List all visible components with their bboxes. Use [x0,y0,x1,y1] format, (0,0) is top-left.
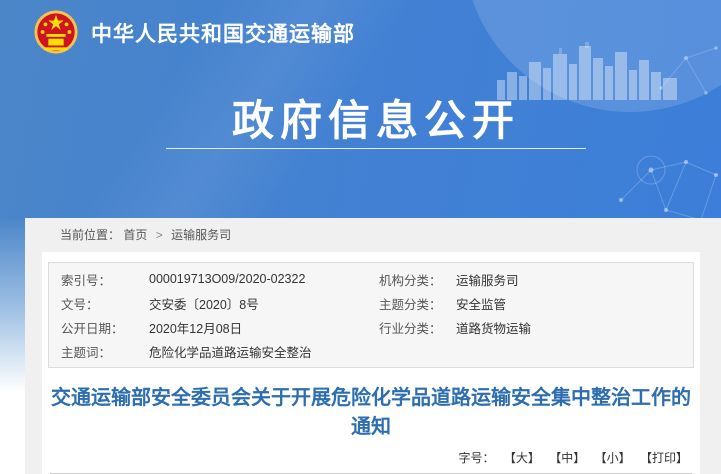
meta-value-keywords: 危险化学品道路运输安全整治 [149,342,379,361]
meta-value-topic: 安全监管 [456,294,693,313]
meta-label-org: 机构分类： [379,270,456,289]
site-logo[interactable]: 中华人民共和国交通运输部 [33,8,355,58]
table-row: 公开日期： 2020年12月08日 行业分类： 道路货物运输 [49,315,693,339]
site-name: 中华人民共和国交通运输部 [91,18,355,48]
document-meta-table: 索引号： 000019713O09/2020-02322 机构分类： 运输服务司… [48,262,694,368]
title-underline [166,148,586,149]
breadcrumb-section-link[interactable]: 运输服务司 [171,228,231,242]
font-size-controls: 字号： 【大】 【中】 【小】 【打印】 [48,449,694,467]
left-decor-strip [0,218,25,474]
meta-label-keywords: 主题词： [61,342,149,361]
meta-value-industry: 道路货物运输 [456,318,693,337]
meta-value-org: 运输服务司 [456,270,693,289]
page-title-block: 政府信息公开 [166,98,586,149]
page-title: 政府信息公开 [166,98,586,144]
breadcrumb-label: 当前位置： [60,228,120,242]
document-title: 交通运输部安全委员会关于开展危险化学品道路运输安全集中整治工作的通知 [50,384,692,442]
meta-label-index: 索引号： [61,270,149,289]
table-row: 文号： 交安委〔2020〕8号 主题分类： 安全监管 [49,291,693,315]
table-row: 主题词： 危险化学品道路运输安全整治 [49,339,693,363]
breadcrumb-separator-icon: > [156,228,163,242]
font-size-label: 字号： [459,451,495,465]
font-size-large-button[interactable]: 【大】 [504,451,540,465]
network-decoration-small [651,18,721,98]
site-header: 中华人民共和国交通运输部 政府信息公开 [0,0,721,218]
meta-value-date: 2020年12月08日 [149,318,379,337]
meta-label-docnum: 文号： [61,294,149,313]
meta-label-topic: 主题分类： [379,294,456,313]
meta-value-docnum: 交安委〔2020〕8号 [149,294,379,313]
content-area: 当前位置： 首页 > 运输服务司 索引号： 000019713O09/2020-… [0,218,721,474]
national-emblem-icon [33,8,79,58]
print-button[interactable]: 【打印】 [640,451,688,465]
breadcrumb: 当前位置： 首页 > 运输服务司 [60,218,231,252]
font-size-small-button[interactable]: 【小】 [595,451,631,465]
meta-value-index: 000019713O09/2020-02322 [149,272,379,286]
city-skyline-icon [497,42,677,100]
content-panel: 索引号： 000019713O09/2020-02322 机构分类： 运输服务司… [42,252,700,474]
page: 中华人民共和国交通运输部 政府信息公开 当前位置： 首页 > 运输服务司 索引号… [0,0,721,474]
font-size-medium-button[interactable]: 【中】 [549,451,585,465]
table-row: 索引号： 000019713O09/2020-02322 机构分类： 运输服务司 [49,267,693,291]
network-decoration [611,140,721,218]
breadcrumb-home-link[interactable]: 首页 [123,228,147,242]
meta-label-industry: 行业分类： [379,318,456,337]
meta-label-date: 公开日期： [61,318,149,337]
